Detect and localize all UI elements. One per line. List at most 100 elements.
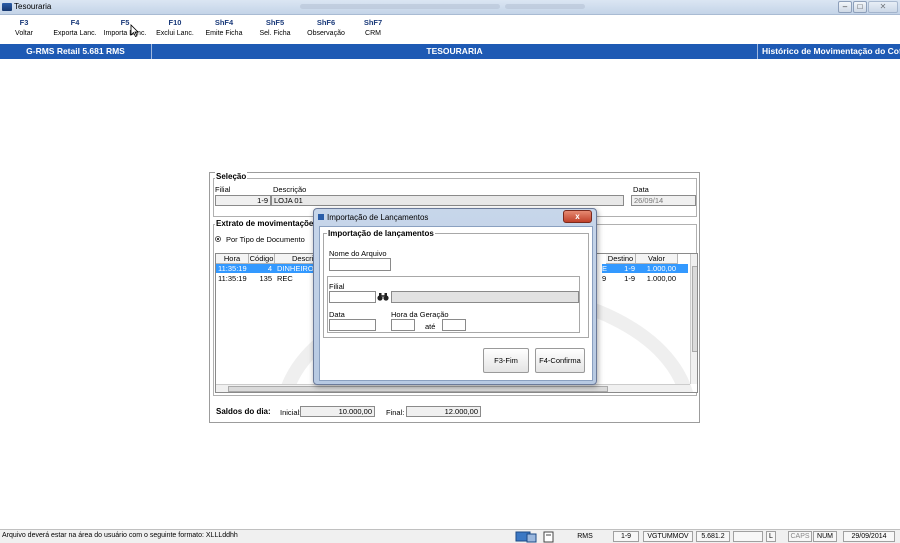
dialog-body: Importação de lançamentos Nome do Arquiv… [319,226,593,381]
fkey-code: F10 [168,18,182,27]
row2-valor: 1.000,00 [646,274,676,283]
extrato-title: Extrato de movimentações [215,219,319,228]
close-window-button[interactable]: ✕ [868,1,898,13]
blurred-title-text [300,4,500,9]
binoculars-icon[interactable] [377,292,389,302]
selecao-title: Seleção [215,172,248,181]
fkey-code: ShF6 [316,18,336,27]
fkey-code: F5 [120,18,130,27]
screen-name: Histórico de Movimentação do Cofre [762,46,900,56]
filial-field[interactable]: 1-9 [215,195,271,206]
grid-vscrollbar[interactable] [690,254,697,384]
import-dialog: Importação de Lançamentos x Importação d… [313,208,597,385]
col-codigo[interactable]: Código [249,254,275,264]
fkey-crm[interactable]: ShF7 CRM [358,18,388,40]
system-name: G-RMS Retail 5.681 RMS [0,44,152,59]
import-group-title: Importação de lançamentos [327,229,435,238]
row2-codigo: 135 [259,274,272,283]
fkey-sel-ficha[interactable]: ShF5 Sel. Ficha [255,18,295,40]
status-lock: L [766,531,776,542]
fkey-label: Sel. Ficha [259,30,291,37]
fkey-label: Exporta Lanc. [53,30,97,37]
computer-icon [515,531,537,543]
fkey-code: F3 [19,18,29,27]
ate-label: até [425,322,436,331]
saldo-inicial-field: 10.000,00 [300,406,375,417]
grid-vscroll-thumb[interactable] [692,266,697,352]
dialog-filial-label: Filial [329,282,345,291]
fkey-voltar[interactable]: F3 Voltar [10,18,38,40]
module-header: G-RMS Retail 5.681 RMS TESOURARIA Histór… [0,44,900,59]
status-num: NUM [813,531,837,542]
row1-destino: 1-9 [624,264,635,273]
maximize-button[interactable]: □ [853,1,867,13]
status-bar: Arquivo deverá estar na área do usuário … [0,529,900,543]
descricao-label: Descrição [273,185,307,194]
status-program: VGTUMMOV [643,531,693,542]
status-date: 29/09/2014 [843,531,895,542]
col-destino[interactable]: Destino [606,254,636,264]
fkey-code: ShF7 [363,18,383,27]
dialog-data-label: Data [329,310,345,319]
window-title: Tesouraria [14,2,52,11]
dialog-filial-descricao [391,291,579,303]
hora-fim-input[interactable] [442,319,466,331]
row1-origem: E [602,264,608,273]
saldos-label: Saldos do dia: [215,407,272,416]
status-empty [733,531,763,542]
radio-tipo-documento[interactable] [215,236,221,242]
filial-label: Filial [215,185,231,194]
fkey-code: ShF4 [214,18,234,27]
fkey-importa-lanc[interactable]: F5 Importa Lanc. [101,18,149,40]
fkey-label: Emite Ficha [205,30,243,37]
dialog-data-input[interactable] [329,319,376,331]
fkey-observacao[interactable]: ShF6 Observação [304,18,348,40]
col-hora[interactable]: Hora [216,254,249,264]
function-key-toolbar: F3 Voltar F4 Exporta Lanc. F5 Importa La… [0,15,900,44]
fkey-code: ShF5 [265,18,285,27]
data-field[interactable]: 26/09/14 [631,195,696,206]
row1-descricao: DINHEIRO [277,264,314,273]
fkey-label: Exclui Lanc. [156,30,194,37]
fkey-code: F4 [70,18,80,27]
blurred-title-text-2 [505,4,585,9]
hora-inicio-input[interactable] [391,319,415,331]
grid-hscroll-thumb[interactable] [228,386,608,392]
nome-arquivo-input[interactable] [329,258,391,271]
status-caps: CAPS [788,531,812,542]
saldo-final-field: 12.000,00 [406,406,481,417]
row2-origem: 9 [602,274,607,283]
dialog-filial-input[interactable] [329,291,376,303]
fkey-label: Voltar [15,30,33,37]
fkey-label: Observação [307,30,345,37]
row2-hora: 11:35:19 [218,274,247,283]
module-name: TESOURARIA [152,44,758,59]
fim-button[interactable]: F3-Fim [483,348,529,373]
fkey-exclui-lanc[interactable]: F10 Exclui Lanc. [154,18,196,40]
status-filial: 1-9 [613,531,639,542]
fkey-label: CRM [365,30,381,37]
descricao-field[interactable]: LOJA 01 [271,195,624,206]
status-system: RMS [577,533,593,540]
radio-tipo-documento-label: Por Tipo de Documento [226,235,305,244]
row2-descricao: REC [277,274,293,283]
dialog-close-button[interactable]: x [563,210,592,223]
fkey-emite-ficha[interactable]: ShF4 Emite Ficha [203,18,245,40]
window-titlebar: Tesouraria – □ ✕ [0,0,900,15]
row1-hora: 11:35:19 [218,264,247,273]
app-icon [2,3,12,11]
data-label: Data [633,185,649,194]
fkey-exporta-lanc[interactable]: F4 Exporta Lanc. [52,18,98,40]
grid-hscrollbar[interactable] [216,384,690,392]
col-valor[interactable]: Valor [636,254,678,264]
minimize-button[interactable]: – [838,1,852,13]
nome-arquivo-label: Nome do Arquivo [329,249,387,258]
dialog-icon [318,214,324,220]
saldo-final-label: Final: [386,408,405,417]
confirma-button[interactable]: F4-Confirma [535,348,585,373]
row1-codigo: 4 [267,264,272,273]
hora-geracao-label: Hora da Geração [391,310,449,319]
mouse-cursor-icon [130,24,139,37]
status-message: Arquivo deverá estar na área do usuário … [2,532,238,539]
saldo-inicial-label: Inicial: [280,408,302,417]
